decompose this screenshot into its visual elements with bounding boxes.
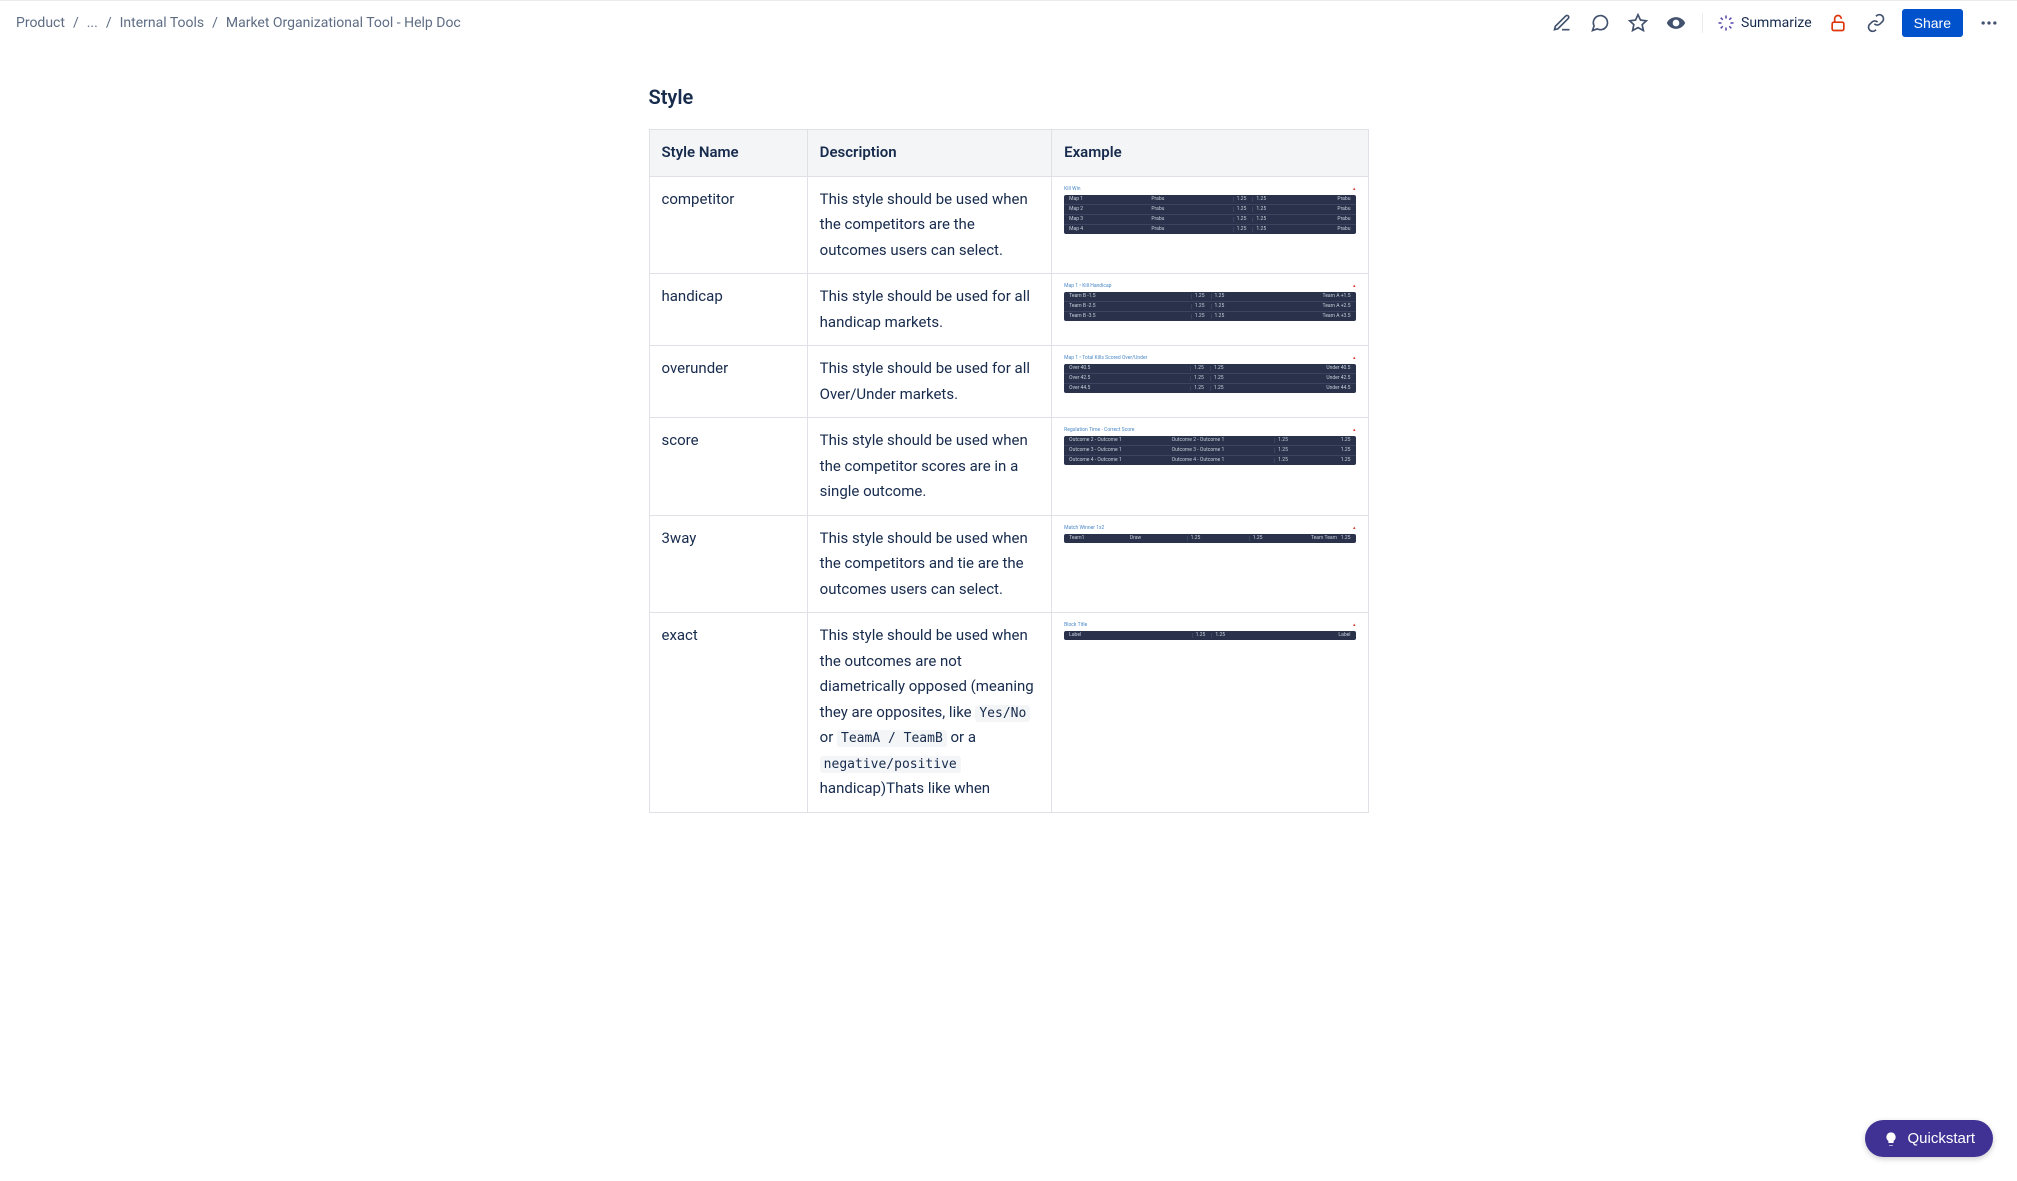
- breadcrumb-item[interactable]: Internal Tools: [120, 15, 205, 31]
- section-heading-style: Style: [649, 85, 1369, 109]
- style-example-cell: Map 1 • Kill Handicap▴Team B -1.51.251.2…: [1052, 274, 1368, 346]
- restrictions-icon[interactable]: [1826, 11, 1850, 35]
- style-example-cell: Map 1 • Total Kills Scored Over/Under▴Ov…: [1052, 346, 1368, 418]
- style-name-cell: handicap: [649, 274, 807, 346]
- quickstart-button[interactable]: Quickstart: [1865, 1120, 1993, 1157]
- style-name-cell: overunder: [649, 346, 807, 418]
- table-row: competitorThis style should be used when…: [649, 176, 1368, 274]
- style-desc-cell: This style should be used when the compe…: [807, 176, 1051, 274]
- style-desc-cell: This style should be used when the outco…: [807, 613, 1051, 813]
- share-button[interactable]: Share: [1902, 9, 1963, 37]
- example-thumbnail: Map 1 • Total Kills Scored Over/Under▴Ov…: [1064, 356, 1355, 393]
- style-example-cell: Block Title▴Label1.251.25Label: [1052, 613, 1368, 813]
- table-row: 3wayThis style should be used when the c…: [649, 515, 1368, 613]
- table-header-desc: Description: [807, 130, 1051, 177]
- styles-table: Style Name Description Example competito…: [649, 129, 1369, 813]
- comment-icon[interactable]: [1588, 11, 1612, 35]
- more-icon[interactable]: [1977, 11, 2001, 35]
- page-content: Style Style Name Description Example com…: [629, 45, 1389, 893]
- style-name-cell: 3way: [649, 515, 807, 613]
- summarize-label: Summarize: [1741, 15, 1812, 31]
- table-row: handicapThis style should be used for al…: [649, 274, 1368, 346]
- breadcrumb: Product / ... / Internal Tools / Market …: [16, 15, 461, 31]
- style-desc-cell: This style should be used when the compe…: [807, 515, 1051, 613]
- page-actions: Summarize Share: [1550, 9, 2001, 37]
- example-thumbnail: Match Winner 1x2▴Team1Draw1.251.25Team T…: [1064, 526, 1355, 543]
- edit-icon[interactable]: [1550, 11, 1574, 35]
- style-name-cell: exact: [649, 613, 807, 813]
- table-row: exactThis style should be used when the …: [649, 613, 1368, 813]
- breadcrumb-separator: /: [106, 15, 112, 31]
- style-desc-cell: This style should be used for all handic…: [807, 274, 1051, 346]
- style-name-cell: competitor: [649, 176, 807, 274]
- breadcrumb-item-current[interactable]: Market Organizational Tool - Help Doc: [226, 15, 461, 31]
- style-example-cell: Regulation Time - Correct Score▴Outcome …: [1052, 418, 1368, 516]
- style-desc-cell: This style should be used when the compe…: [807, 418, 1051, 516]
- table-header-example: Example: [1052, 130, 1368, 177]
- table-row: overunderThis style should be used for a…: [649, 346, 1368, 418]
- style-example-cell: Match Winner 1x2▴Team1Draw1.251.25Team T…: [1052, 515, 1368, 613]
- watch-icon[interactable]: [1664, 11, 1688, 35]
- divider: [1702, 13, 1703, 33]
- summarize-button[interactable]: Summarize: [1717, 14, 1812, 32]
- breadcrumb-separator: /: [212, 15, 218, 31]
- table-row: scoreThis style should be used when the …: [649, 418, 1368, 516]
- breadcrumb-separator: /: [73, 15, 79, 31]
- example-thumbnail: Block Title▴Label1.251.25Label: [1064, 623, 1355, 640]
- star-icon[interactable]: [1626, 11, 1650, 35]
- quickstart-label: Quickstart: [1907, 1130, 1975, 1147]
- table-header-name: Style Name: [649, 130, 807, 177]
- breadcrumb-item[interactable]: ...: [87, 15, 98, 31]
- example-thumbnail: Map 1 • Kill Handicap▴Team B -1.51.251.2…: [1064, 284, 1355, 321]
- style-desc-cell: This style should be used for all Over/U…: [807, 346, 1051, 418]
- style-name-cell: score: [649, 418, 807, 516]
- link-icon[interactable]: [1864, 11, 1888, 35]
- example-thumbnail: Kill Win▴Map 1Prabu1.251.25PrabuMap 2Pra…: [1064, 187, 1355, 234]
- example-thumbnail: Regulation Time - Correct Score▴Outcome …: [1064, 428, 1355, 465]
- style-example-cell: Kill Win▴Map 1Prabu1.251.25PrabuMap 2Pra…: [1052, 176, 1368, 274]
- breadcrumb-item[interactable]: Product: [16, 15, 65, 31]
